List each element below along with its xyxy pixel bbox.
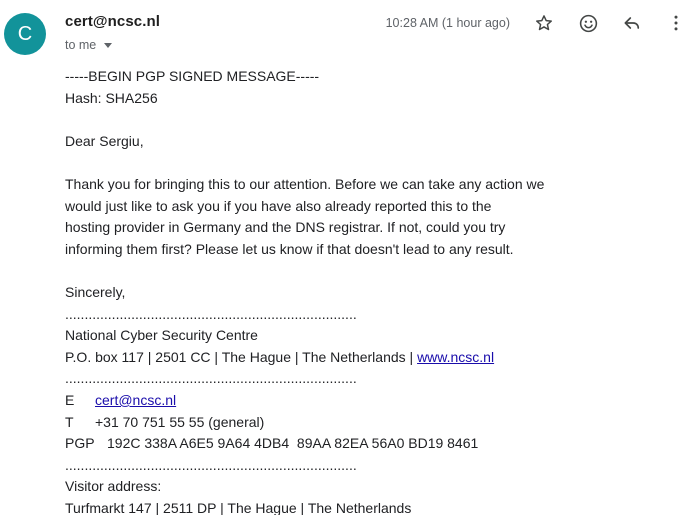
org-name: National Cyber Security Centre <box>65 327 258 344</box>
recipient-details-toggle[interactable]: to me <box>65 38 113 52</box>
email-row: Ecert@ncsc.nl <box>65 390 544 412</box>
paragraph-line: hosting provider in Germany and the DNS … <box>65 219 506 236</box>
pgp-hash: Hash: SHA256 <box>65 89 158 106</box>
signoff: Sincerely, <box>65 283 126 300</box>
recipient-label: to me <box>65 38 97 52</box>
pgp-row: PGP 192C 338A A6E5 9A64 4DB4 89AA 82EA 56… <box>65 433 544 455</box>
visitor-address: Turfmarkt 147 | 2511 DP | The Hague | Th… <box>65 499 412 515</box>
star-icon <box>536 15 552 31</box>
reply-button[interactable] <box>620 11 644 35</box>
website-link[interactable]: www.ncsc.nl <box>417 349 494 365</box>
email-link[interactable]: cert@ncsc.nl <box>95 392 176 408</box>
email-label: E <box>65 391 75 408</box>
star-button[interactable] <box>532 11 556 35</box>
emoji-reaction-button[interactable] <box>576 11 600 35</box>
reply-icon <box>624 17 640 29</box>
paragraph-line: would just like to ask you if you have a… <box>65 197 492 214</box>
more-vertical-icon <box>674 15 678 31</box>
pgp-fingerprint: 192C 338A A6E5 9A64 4DB4 89AA 82EA 56A0 … <box>107 435 479 452</box>
greeting: Dear Sergiu, <box>65 132 144 149</box>
chevron-down-icon <box>104 42 113 48</box>
email-message: C cert@ncsc.nl to me 10:28 AM (1 hour ag… <box>0 0 685 515</box>
pgp-label: PGP <box>65 435 95 452</box>
org-address: P.O. box 117 | 2501 CC | The Hague | The… <box>65 347 544 369</box>
phone-row: T +31 70 751 55 55 (general) <box>65 412 544 434</box>
message-body: -----BEGIN PGP SIGNED MESSAGE----- Hash:… <box>65 66 544 515</box>
phone-label: T <box>65 413 74 430</box>
signature-separator: ........................................… <box>65 370 357 387</box>
pgp-header: -----BEGIN PGP SIGNED MESSAGE----- <box>65 68 320 84</box>
sender-address[interactable]: cert@ncsc.nl <box>65 13 160 30</box>
visitor-label: Visitor address: <box>65 478 162 495</box>
paragraph-line: informing them first? Please let us know… <box>65 240 514 257</box>
paragraph-line: Thank you for bringing this to our atten… <box>65 175 545 192</box>
phone-value: +31 70 751 55 55 (general) <box>95 413 265 430</box>
more-options-button[interactable] <box>664 11 685 35</box>
signature-separator: ........................................… <box>65 305 357 322</box>
avatar[interactable]: C <box>4 13 46 55</box>
emoji-icon <box>579 14 597 32</box>
avatar-letter: C <box>17 22 33 45</box>
timestamp: 10:28 AM (1 hour ago) <box>385 16 510 30</box>
signature-separator: ........................................… <box>65 456 357 473</box>
org-address-text: P.O. box 117 | 2501 CC | The Hague | The… <box>65 348 418 365</box>
